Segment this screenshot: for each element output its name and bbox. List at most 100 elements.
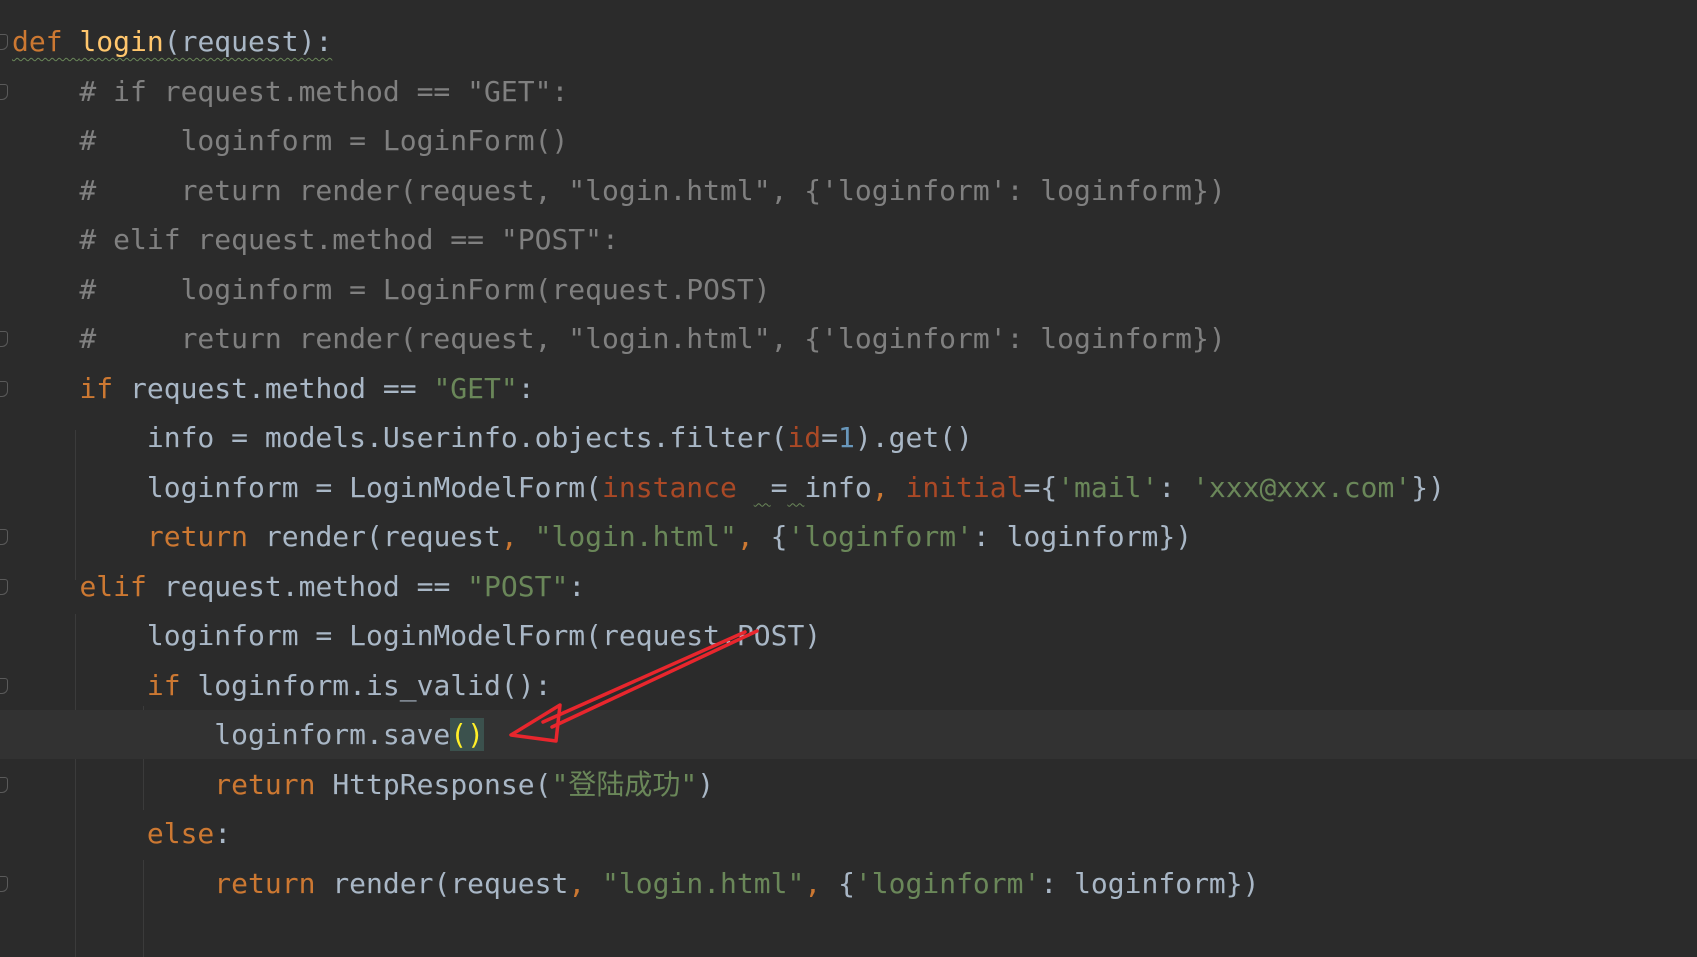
code-token: = [821,421,839,454]
fold-open-icon[interactable] [0,83,8,100]
code-token: loginform = LoginModelForm( [12,470,603,504]
code-text: loginform = LoginModelForm(instance = in… [12,463,1445,512]
code-text: # loginform = LoginForm() [12,116,568,165]
code-line[interactable]: # loginform = LoginForm() [0,116,1697,165]
code-line[interactable]: if request.method == "GET": [0,364,1697,413]
code-token: instance [602,470,737,504]
code-line[interactable]: # if request.method == "GET": [0,67,1697,116]
code-token: # if request.method == "GET": [12,74,569,108]
code-token: : [517,371,535,405]
code-token: { [770,520,788,553]
code-token: : [214,817,232,850]
code-token: "GET" [433,371,518,405]
code-token: info = models.Userinfo.objects.filter( [12,421,788,454]
code-token: return [214,866,333,900]
code-token: , [804,866,839,900]
code-token: render(request [264,520,501,553]
code-text: if request.method == "GET": [12,364,535,413]
fold-close-icon[interactable] [0,776,8,793]
code-line[interactable]: # return render(request, "login.html", {… [0,314,1697,363]
code-token: (request): [163,25,333,58]
code-text: return render(request, "login.html", {'l… [12,512,1192,561]
code-text: loginform = LoginModelForm(request.POST) [12,611,821,660]
fold-open-icon[interactable] [0,578,8,595]
code-token: # return render(request, "login.html", {… [12,173,1226,207]
code-line[interactable]: # loginform = LoginForm(request.POST) [0,265,1697,314]
code-line[interactable]: return render(request, "login.html", {'l… [0,512,1697,561]
code-token: def [12,25,80,58]
code-editor[interactable]: def login(request): # if request.method … [0,0,1697,957]
code-token: loginform.is_valid(): [197,668,552,702]
code-line[interactable]: elif request.method == "POST": [0,562,1697,611]
code-line[interactable]: return render(request, "login.html", {'l… [0,859,1697,908]
fold-open-icon[interactable] [0,677,8,694]
fold-close-icon[interactable] [0,529,8,545]
code-text: loginform.save() [12,710,485,759]
code-text: if loginform.is_valid(): [12,661,552,710]
code-token: request.method == [163,569,468,603]
fold-close-icon[interactable] [0,875,8,892]
code-token: = [770,470,788,504]
code-token: : [568,569,586,603]
code-token: : loginform}) [972,520,1193,553]
code-line[interactable]: loginform = LoginModelForm(request.POST) [0,611,1697,660]
fold-open-icon[interactable] [0,380,8,397]
code-line[interactable] [0,908,1697,957]
code-token: , [871,470,906,504]
code-token: ) [697,767,715,801]
code-token: { [838,866,855,900]
code-token: # elif request.method == "POST": [12,223,619,256]
code-text: # loginform = LoginForm(request.POST) [12,265,771,314]
code-token: login [79,25,164,58]
code-line[interactable]: return HttpResponse("登陆成功") [0,760,1697,809]
code-text: else: [12,809,231,858]
code-token: loginform.save [12,718,451,751]
code-token: 'loginform' [787,520,973,553]
code-line[interactable]: # elif request.method == "POST": [0,215,1697,264]
code-token: }) [1411,470,1445,504]
code-token: : [1158,470,1193,504]
code-token: "login.html" [602,866,805,900]
code-token: initial [905,470,1024,504]
code-token: ).get() [854,421,973,454]
code-token: () [450,718,485,751]
code-token: else [146,817,215,850]
code-token: id [787,421,822,454]
code-token: request.method == [130,371,434,405]
code-line[interactable]: info = models.Userinfo.objects.filter(id… [0,413,1697,462]
code-text: def login(request): [12,17,332,66]
code-token: ={ [1023,470,1058,504]
code-token: if [79,371,131,405]
code-text: elif request.method == "POST": [12,562,585,611]
code-token: , [568,866,603,900]
code-token: return [214,767,333,801]
code-token: 'mail' [1057,470,1159,504]
code-token: # return render(request, "login.html", {… [12,322,1226,355]
fold-close-icon[interactable] [0,331,8,347]
code-line[interactable]: else: [0,809,1697,858]
code-text: # elif request.method == "POST": [12,215,619,264]
code-line[interactable]: if loginform.is_valid(): [0,661,1697,710]
code-line[interactable]: def login(request): [0,17,1697,66]
code-text: # if request.method == "GET": [12,67,568,116]
code-line[interactable]: loginform = LoginModelForm(instance = in… [0,463,1697,512]
code-token: if [146,668,198,702]
code-token: , [736,520,771,553]
code-line[interactable]: loginform.save() [0,710,1697,759]
code-token: HttpResponse( [332,767,552,801]
code-token: # loginform = LoginForm() [12,124,569,157]
code-token: # loginform = LoginForm(request.POST) [12,272,771,306]
code-token: : loginform}) [1040,866,1260,900]
fold-open-icon[interactable] [0,34,8,50]
code-token: "登陆成功" [551,767,698,801]
code-text: # return render(request, "login.html", {… [12,314,1226,363]
code-token: render(request [332,866,569,900]
code-line[interactable]: # return render(request, "login.html", {… [0,166,1697,215]
